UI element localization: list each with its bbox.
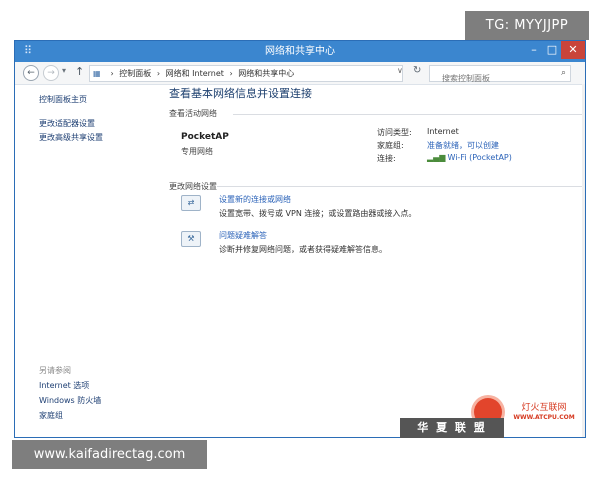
sidebar-item-control-panel-home[interactable]: 控制面板主页 [39,94,87,105]
troubleshoot-link[interactable]: 问题疑难解答 [219,230,267,241]
breadcrumb-separator-icon: › [156,69,161,78]
sidebar-item-windows-firewall[interactable]: Windows 防火墙 [39,395,101,406]
forward-arrow-icon[interactable]: → [43,65,59,81]
up-arrow-icon[interactable]: ↑ [75,65,84,78]
wifi-connection-label: Wi-Fi (PocketAP) [447,153,512,162]
breadcrumb-separator-icon: › [229,69,233,78]
setup-new-connection-link[interactable]: 设置新的连接或网络 [219,194,291,205]
maximize-button[interactable]: □ [543,41,561,59]
address-dropdown-icon[interactable]: ∨ [397,66,403,75]
search-icon[interactable]: ⌕ [561,66,566,81]
watermark-logo: 华 夏 联 盟 灯火互联网 WWW.ATCPU.COM [396,378,586,438]
network-type[interactable]: 专用网络 [181,146,213,157]
sidebar-item-internet-options[interactable]: Internet 选项 [39,380,89,391]
watermark-site-name: 灯火互联网 [521,403,567,413]
top-overlay-tag: TG: MYYJJPP [465,11,589,40]
control-panel-icon: ▦ [93,69,101,78]
breadcrumb-network-sharing-center[interactable]: 网络和共享中心 [238,69,294,78]
setup-new-connection-desc: 设置宽带、拨号或 VPN 连接；或设置路由器或接入点。 [219,209,417,218]
recent-pages-chevron-icon[interactable]: ▾ [62,66,66,75]
homegroup-label: 家庭组: [377,141,404,150]
watermark-text: 华 夏 联 盟 [400,418,504,438]
wifi-signal-icon: ▂▄▆ [427,153,446,162]
access-type-value: Internet [427,127,459,136]
breadcrumb-network-internet[interactable]: 网络和 Internet [166,69,224,78]
search-box[interactable]: ⌕ [429,65,571,85]
section-divider [233,114,583,115]
sidebar-item-homegroup[interactable]: 家庭组 [39,410,63,421]
section-divider [217,186,583,187]
breadcrumb[interactable]: ▦ › 控制面板 › 网络和 Internet › 网络和共享中心 [89,65,403,82]
breadcrumb-control-panel[interactable]: 控制面板 [119,69,151,78]
sidebar-item-change-advanced-sharing[interactable]: 更改高级共享设置 [39,132,103,143]
address-bar: ← → ▾ ↑ ▦ › 控制面板 › 网络和 Internet › 网络和共享中… [15,62,585,85]
access-type-label: 访问类型: [377,128,412,137]
bottom-overlay-tag: www.kaifadirectag.com [12,440,207,469]
homegroup-link[interactable]: 准备就绪，可以创建 [427,140,499,151]
change-settings-label: 更改网络设置 [169,182,217,191]
troubleshoot-icon: ⚒ [181,231,201,247]
new-connection-icon: ⇄ [181,195,201,211]
watermark-site-url: WWW.ATCPU.COM [513,414,575,421]
wifi-connection-link[interactable]: ▂▄▆ Wi-Fi (PocketAP) [427,153,512,162]
sidebar-item-change-adapter-settings[interactable]: 更改适配器设置 [39,118,95,129]
active-networks-label: 查看活动网络 [169,109,217,118]
see-also-heading: 另请参阅 [39,366,71,375]
troubleshoot-desc: 诊断并修复网络问题，或者获得疑难解答信息。 [219,245,387,254]
title-bar: ⠿ 网络和共享中心 – □ ✕ [15,41,585,62]
breadcrumb-separator-icon: › [110,69,114,78]
watermark-site: 灯火互联网 WWW.ATCPU.COM [504,402,584,432]
page-title: 查看基本网络信息并设置连接 [169,87,312,100]
close-button[interactable]: ✕ [561,41,585,59]
window-title: 网络和共享中心 [265,46,335,57]
minimize-button[interactable]: – [525,41,543,59]
refresh-icon[interactable]: ↻ [413,65,421,76]
connections-label: 连接: [377,154,396,163]
back-arrow-icon[interactable]: ← [23,65,39,81]
network-name: PocketAP [181,132,229,142]
sidebar: 控制面板主页 更改适配器设置 更改高级共享设置 另请参阅 Internet 选项… [15,84,161,437]
